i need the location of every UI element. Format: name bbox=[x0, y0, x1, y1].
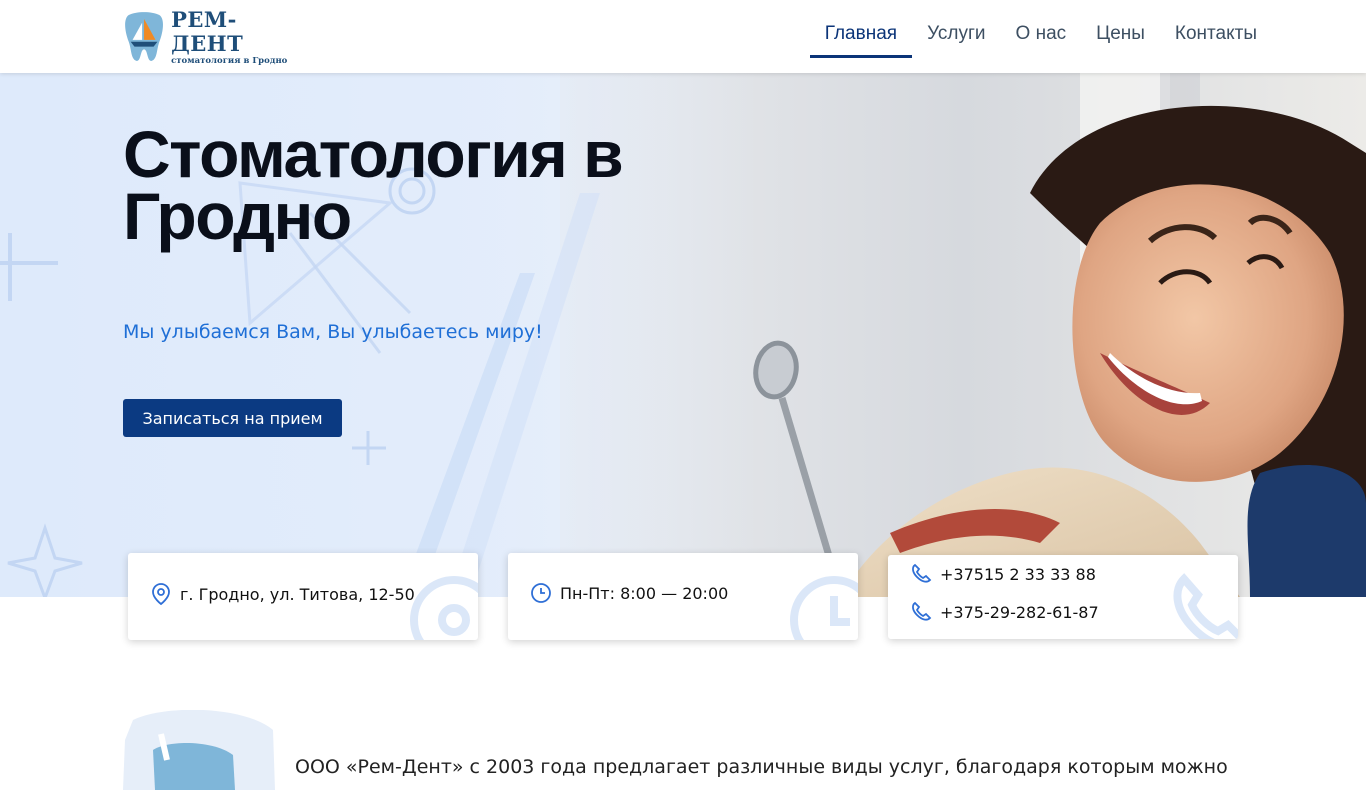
hero-title: Стоматология в Гродно bbox=[123, 117, 624, 253]
phone-icon bbox=[912, 601, 932, 621]
about-tooth-illustration bbox=[123, 710, 275, 790]
location-pin-icon bbox=[152, 583, 170, 606]
phone-1-text: +37515 2 33 33 88 bbox=[940, 564, 1096, 584]
nav-item-home[interactable]: Главная bbox=[809, 0, 913, 58]
nav-item-prices[interactable]: Цены bbox=[1081, 0, 1160, 58]
logo-subtitle: стоматология в Гродно bbox=[171, 55, 288, 66]
nav-item-contacts[interactable]: Контакты bbox=[1160, 0, 1272, 58]
tooth-sail-logo-icon bbox=[125, 12, 163, 61]
logo[interactable]: РЕМ-ДЕНТ стоматология в Гродно bbox=[123, 6, 303, 66]
nav-item-about[interactable]: О нас bbox=[1001, 0, 1082, 58]
clock-icon bbox=[531, 583, 551, 603]
hero-slogan: Мы улыбаемся Вам, Вы улыбаетесь миру! bbox=[123, 321, 543, 343]
phone-icon bbox=[912, 563, 932, 583]
site-header: РЕМ-ДЕНТ стоматология в Гродно Главная У… bbox=[0, 0, 1366, 73]
hours-text: Пн-Пт: 8:00 — 20:00 bbox=[560, 583, 729, 603]
main-nav: Главная Услуги О нас Цены Контакты bbox=[809, 0, 1272, 58]
clock-bg-icon bbox=[790, 576, 858, 640]
location-bg-icon bbox=[410, 576, 478, 640]
phones-card: +37515 2 33 33 88 +375-29-282-61-87 bbox=[888, 555, 1238, 639]
phone-bg-icon bbox=[1173, 573, 1238, 639]
address-card: г. Гродно, ул. Титова, 12-50 bbox=[128, 553, 478, 640]
phone-row-2[interactable]: +375-29-282-61-87 bbox=[910, 601, 1099, 623]
hero-section: Стоматология в Гродно Мы улыбаемся Вам, … bbox=[0, 73, 1366, 597]
book-appointment-button[interactable]: Записаться на прием bbox=[123, 399, 342, 437]
nav-item-services[interactable]: Услуги bbox=[912, 0, 1000, 58]
phone-2-text: +375-29-282-61-87 bbox=[940, 602, 1099, 622]
logo-title: РЕМ-ДЕНТ bbox=[171, 6, 244, 56]
phone-row-1[interactable]: +37515 2 33 33 88 bbox=[910, 563, 1096, 585]
hours-card: Пн-Пт: 8:00 — 20:00 bbox=[508, 553, 858, 640]
about-text: ООО «Рем-Дент» с 2003 года предлагает ра… bbox=[295, 756, 1228, 778]
address-text: г. Гродно, ул. Титова, 12-50 bbox=[180, 584, 415, 604]
